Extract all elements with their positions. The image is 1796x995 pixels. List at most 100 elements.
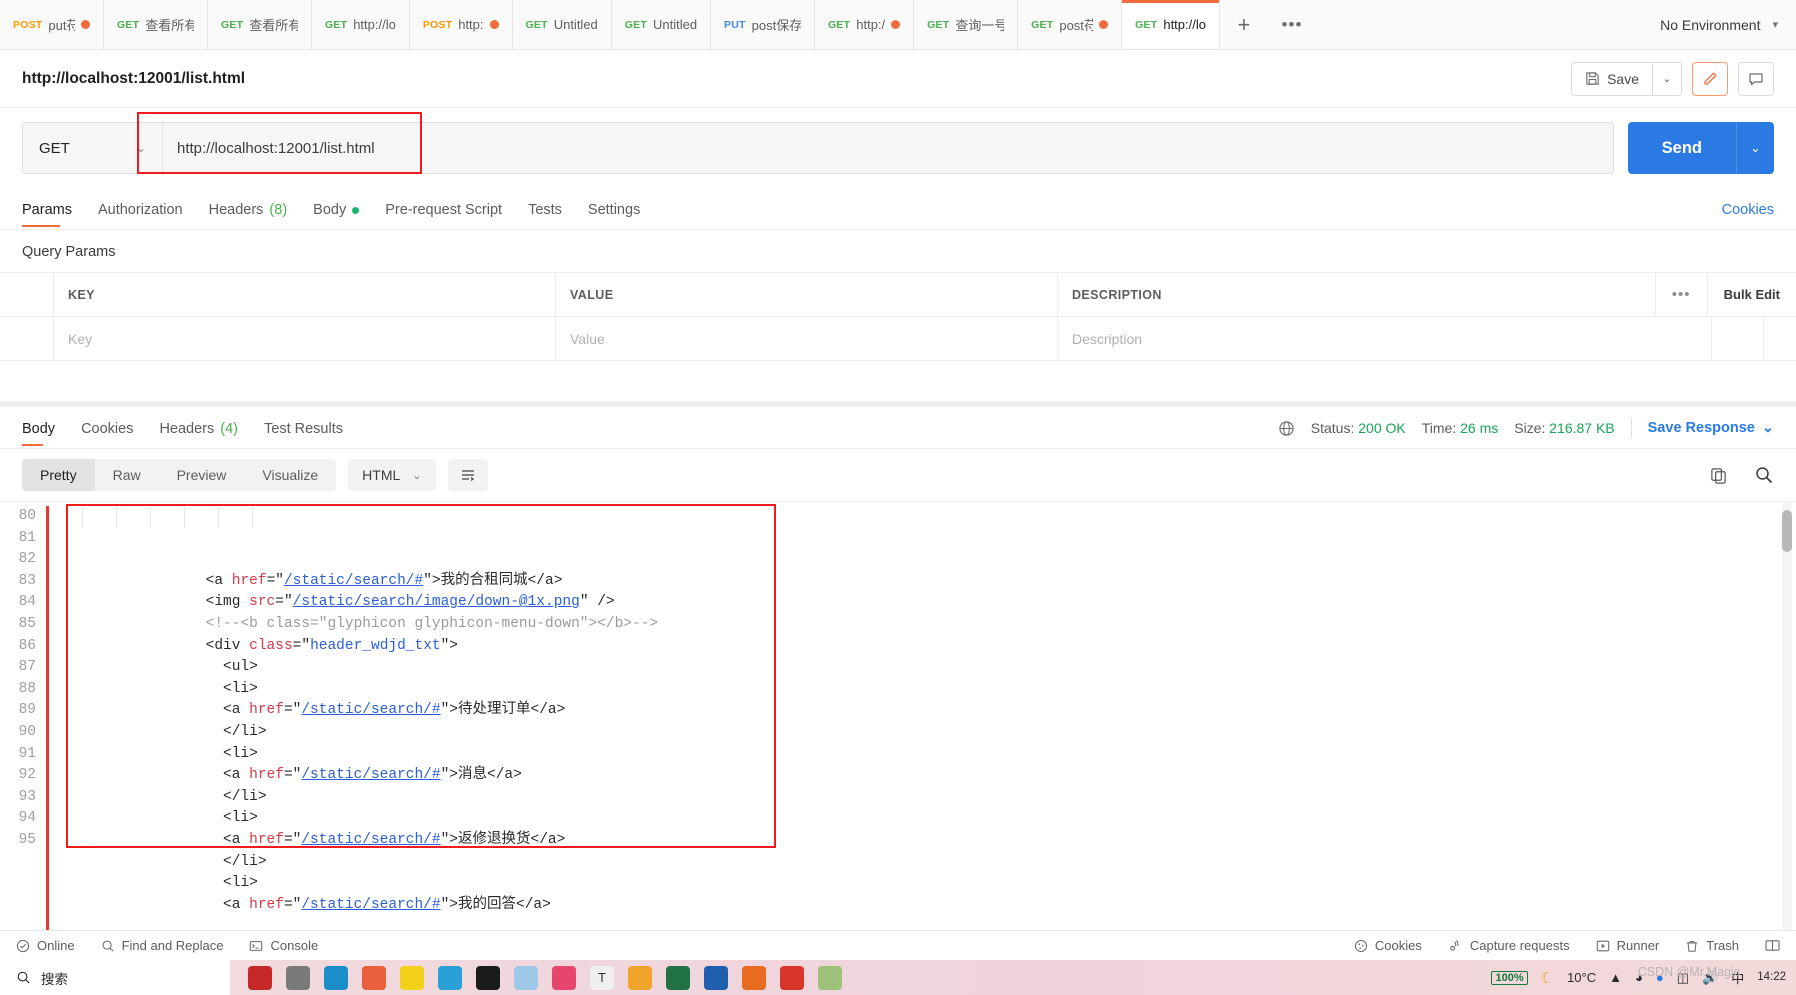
code-token: <a [223, 831, 250, 848]
request-cookies-link[interactable]: Cookies [1722, 202, 1774, 229]
search-icon [101, 939, 115, 953]
request-tab[interactable]: POST put苻 [0, 0, 104, 49]
select-all-checkbox-cell[interactable] [0, 273, 54, 316]
task-view-icon[interactable] [286, 965, 310, 990]
request-tab[interactable]: GET http://lo [1122, 0, 1220, 49]
tab-params[interactable]: Params [22, 202, 86, 229]
browser-icon[interactable] [362, 965, 386, 990]
edit-request-button[interactable] [1692, 61, 1728, 96]
view-mode-raw[interactable]: Raw [95, 459, 159, 491]
params-options-button[interactable]: ••• [1656, 273, 1708, 316]
postman-icon[interactable] [400, 965, 424, 990]
folder-icon[interactable] [628, 965, 652, 990]
new-tab-button[interactable]: + [1220, 0, 1268, 49]
request-tab[interactable]: GET http:/ [815, 0, 915, 49]
save-button[interactable]: Save [1571, 61, 1652, 96]
request-tab[interactable]: GET Untitled [513, 0, 612, 49]
trash-button[interactable]: Trash [1685, 938, 1739, 953]
key-input[interactable]: Key [54, 317, 556, 360]
save-response-button[interactable]: Save Response ⌄ [1648, 420, 1774, 436]
excel-icon[interactable] [666, 965, 690, 990]
typora-icon[interactable]: T [590, 965, 614, 990]
intellij-icon[interactable] [552, 965, 576, 990]
send-button[interactable]: Send [1627, 122, 1736, 174]
request-tab[interactable]: PUT post保存 [711, 0, 816, 49]
find-and-replace-button[interactable]: Find and Replace [101, 938, 223, 953]
status-online[interactable]: Online [16, 938, 75, 953]
tab-overflow-button[interactable]: ••• [1268, 0, 1316, 49]
view-mode-pretty[interactable]: Pretty [22, 459, 95, 491]
terminal-icon[interactable] [476, 965, 500, 990]
search-response-button[interactable] [1754, 465, 1774, 485]
tab-pre-request-script[interactable]: Pre-request Script [385, 202, 516, 229]
request-tab[interactable]: POST http: [410, 0, 513, 49]
request-tab[interactable]: GET http://lo [312, 0, 410, 49]
tab-headers[interactable]: Headers (8) [209, 202, 302, 229]
wrap-lines-button[interactable] [447, 459, 488, 491]
scrollbar-track[interactable] [1782, 502, 1792, 930]
send-options-button[interactable]: ⌄ [1736, 122, 1774, 174]
runner-button[interactable]: Runner [1596, 938, 1659, 953]
cookies-button[interactable]: Cookies [1354, 938, 1422, 953]
comments-button[interactable] [1738, 61, 1774, 96]
music-icon[interactable] [780, 965, 804, 990]
line-number: 89 [18, 702, 36, 719]
code-line: <a href="/static/search/#">返修退换货</a> [49, 830, 1796, 852]
response-view-segmented-control: Pretty Raw Preview Visualize [22, 459, 337, 491]
response-body-viewer[interactable]: 80 81 82 83 84 85 86 87 88 89 90 91 92 93 94 95 <a href… [0, 501, 1796, 930]
request-tab[interactable]: GET Untitled [612, 0, 712, 49]
console-button[interactable]: Console [249, 938, 318, 953]
url-input[interactable]: http://localhost:12001/list.html [162, 122, 1614, 174]
environment-selector[interactable]: No Environment ▾ [1642, 0, 1796, 49]
response-tab-cookies[interactable]: Cookies [81, 421, 147, 448]
cookies-label: Cookies [1374, 938, 1422, 953]
response-language-select[interactable]: HTML ⌄ [348, 459, 436, 491]
capture-requests-button[interactable]: Capture requests [1448, 938, 1570, 953]
taskbar-clock[interactable]: 14:22 [1757, 971, 1786, 984]
theater-icon[interactable] [248, 965, 272, 990]
show-hidden-icons[interactable]: ▲ [1609, 970, 1622, 985]
copy-button[interactable] [1709, 466, 1728, 485]
response-tab-test-results[interactable]: Test Results [264, 421, 357, 448]
request-tab[interactable]: GET 查看所有 [104, 0, 208, 49]
value-input[interactable]: Value [556, 317, 1058, 360]
row-checkbox-cell[interactable] [0, 317, 54, 360]
tab-authorization[interactable]: Authorization [98, 202, 197, 229]
view-mode-preview[interactable]: Preview [159, 459, 245, 491]
layout-toggle-button[interactable] [1765, 939, 1780, 952]
edge-icon[interactable] [324, 965, 348, 990]
save-response-label: Save Response [1647, 420, 1755, 436]
code-editor[interactable]: 80 81 82 83 84 85 86 87 88 89 90 91 92 93 94 95 <a href… [0, 502, 1796, 930]
request-tab[interactable]: GET 查看所有 [208, 0, 312, 49]
code-line: <li> [49, 744, 1796, 766]
word-icon[interactable] [704, 965, 728, 990]
capture-requests-label: Capture requests [1469, 938, 1570, 953]
http-method-value: GET [39, 139, 70, 157]
save-options-button[interactable]: ⌄ [1652, 61, 1682, 96]
navicat-icon[interactable] [742, 965, 766, 990]
code-token: 待处理订单 [458, 702, 531, 719]
bulk-edit-button[interactable]: Bulk Edit [1708, 273, 1796, 316]
view-mode-visualize[interactable]: Visualize [244, 459, 336, 491]
tab-tests[interactable]: Tests [528, 202, 576, 229]
code-token: 消息 [458, 767, 487, 784]
row-options-button[interactable] [1712, 317, 1764, 360]
play-icon [1596, 939, 1610, 953]
status-bar: Online Find and Replace Console Cookies [0, 930, 1796, 960]
monitor-icon[interactable] [514, 965, 538, 990]
line-number: 83 [18, 572, 36, 589]
description-input[interactable]: Description [1058, 317, 1712, 360]
scrollbar-thumb[interactable] [1782, 510, 1792, 552]
notes-icon[interactable] [818, 965, 842, 990]
battery-icon[interactable]: 100% [1491, 970, 1528, 985]
settings-icon[interactable] [438, 965, 462, 990]
tab-body[interactable]: Body [313, 202, 373, 229]
response-tab-headers[interactable]: Headers (4) [159, 421, 252, 448]
http-method-select[interactable]: GET ⌄ [22, 122, 162, 174]
taskbar-search[interactable]: 搜索 [0, 960, 230, 995]
request-tab[interactable]: GET post苻 [1018, 0, 1123, 49]
tab-settings[interactable]: Settings [588, 202, 654, 229]
request-tab[interactable]: GET 查询一号 [914, 0, 1019, 49]
table-header-row: KEY VALUE DESCRIPTION ••• Bulk Edit [0, 273, 1796, 317]
response-tab-body[interactable]: Body [22, 421, 69, 448]
